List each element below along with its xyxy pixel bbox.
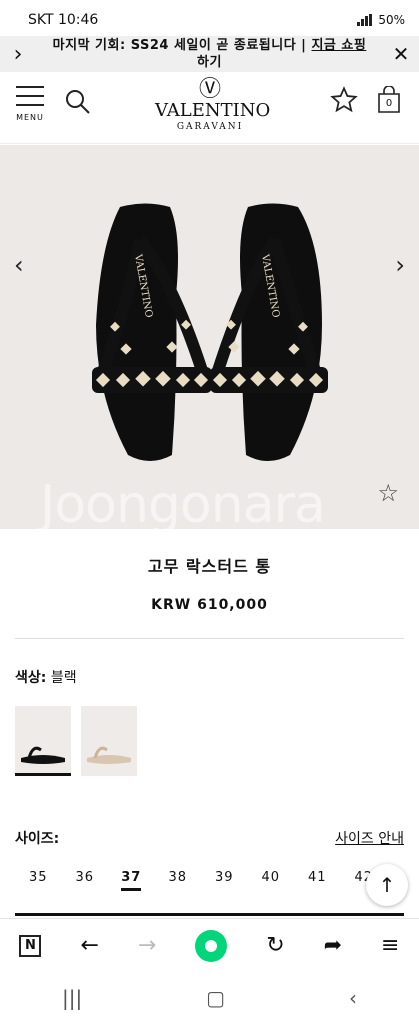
promo-text: 마지막 기회: SS24 세일이 곧 종료됩니다 | 지금 쇼핑 하기 xyxy=(36,37,383,71)
promo-message: 마지막 기회: SS24 세일이 곧 종료됩니다 | xyxy=(52,38,312,53)
product-image-carousel[interactable]: VALENTINO VALENTINO ‹ › Joongonara ☆ xyxy=(0,145,419,529)
size-option[interactable]: 36 xyxy=(62,870,109,885)
carrier-time: SKT 10:46 xyxy=(28,12,99,28)
size-value: 35 xyxy=(28,870,48,885)
home-icon[interactable]: ▢ xyxy=(206,986,225,1010)
color-swatch-black[interactable] xyxy=(15,706,71,776)
system-navigation: ||| ▢ ‹ xyxy=(0,972,419,1024)
size-value: 39 xyxy=(214,870,234,885)
close-icon[interactable]: ✕ xyxy=(383,42,419,66)
menu-button[interactable]: MENU xyxy=(16,86,44,122)
product-image: VALENTINO VALENTINO xyxy=(92,203,328,461)
brand-logo[interactable]: Ⓥ VALENTINO GARAVANI xyxy=(155,77,271,133)
hamburger-line xyxy=(16,86,44,88)
status-left: SKT 10:46 xyxy=(28,12,98,28)
menu-lines-icon[interactable]: ≡ xyxy=(381,933,399,958)
chevron-right-icon[interactable]: › xyxy=(0,42,36,67)
promo-message-2[interactable]: 하기 xyxy=(197,55,222,70)
product-price: KRW 610,000 xyxy=(151,597,268,613)
arrow-up-icon: ↑ xyxy=(378,873,396,897)
favorite-star-icon[interactable]: ☆ xyxy=(377,479,399,507)
brand-name: VALENTINO xyxy=(155,100,271,121)
battery-level: 50% xyxy=(378,13,405,27)
promo-shop-link[interactable]: 지금 쇼핑 xyxy=(311,38,366,53)
chevron-left-icon[interactable]: ‹ xyxy=(14,251,24,279)
size-option[interactable]: 40 xyxy=(248,870,295,885)
divider xyxy=(15,638,404,639)
size-value: 37 xyxy=(121,870,142,891)
naver-home-icon[interactable]: N xyxy=(19,934,42,957)
green-dot-icon[interactable] xyxy=(195,929,228,962)
menu-label: MENU xyxy=(16,113,44,122)
back-arrow-icon[interactable]: ← xyxy=(80,933,98,958)
site-header: MENU Ⓥ VALENTINO GARAVANI 0 xyxy=(0,72,419,144)
size-label: 사이즈: xyxy=(15,831,60,847)
color-value: 블랙 xyxy=(50,670,77,686)
black-sandal-thumbnail xyxy=(21,746,65,764)
back-icon[interactable]: ‹ xyxy=(349,986,357,1010)
size-value: 36 xyxy=(75,870,95,885)
share-icon[interactable]: ➦ xyxy=(324,933,342,958)
size-option[interactable]: 38 xyxy=(155,870,202,885)
size-option[interactable]: 41 xyxy=(294,870,341,885)
color-label: 색상: xyxy=(15,670,47,686)
brand-sub: GARAVANI xyxy=(176,122,244,132)
hamburger-line xyxy=(16,95,44,97)
bag-count: 0 xyxy=(385,98,393,109)
forward-arrow-icon[interactable]: → xyxy=(138,933,156,958)
color-swatch-beige[interactable] xyxy=(81,706,137,776)
size-option[interactable]: 35 xyxy=(15,870,62,885)
promo-banner[interactable]: › 마지막 기회: SS24 세일이 곧 종료됩니다 | 지금 쇼핑 하기 ✕ xyxy=(0,36,419,72)
product-title: 고무 락스터드 통 xyxy=(147,557,272,576)
size-bar xyxy=(15,913,404,916)
green-dot-inner xyxy=(205,939,218,952)
watermark: Joongonara xyxy=(40,475,326,529)
size-value: 41 xyxy=(307,870,327,885)
wishlist-star-icon[interactable] xyxy=(330,86,358,114)
color-selector-label: 색상: 블랙 xyxy=(15,667,77,687)
size-guide-link[interactable]: 사이즈 안내 xyxy=(335,828,404,848)
browser-toolbar: N ← → ↻ ➦ ≡ xyxy=(0,918,419,972)
size-value: 40 xyxy=(261,870,281,885)
shopping-bag-button[interactable]: 0 xyxy=(376,85,402,114)
size-option[interactable]: 39 xyxy=(201,870,248,885)
size-options: 35 36 37 38 39 40 41 42 xyxy=(15,870,387,891)
chevron-right-icon[interactable]: › xyxy=(395,251,405,279)
refresh-icon[interactable]: ↻ xyxy=(266,933,284,958)
recent-apps-icon[interactable]: ||| xyxy=(62,986,82,1010)
status-right: 50% xyxy=(357,13,405,27)
hamburger-line xyxy=(16,104,44,106)
beige-sandal-thumbnail xyxy=(87,746,131,764)
size-value: 38 xyxy=(168,870,188,885)
status-bar: SKT 10:46 50% xyxy=(0,0,419,40)
search-icon[interactable] xyxy=(64,88,92,116)
logo-v-icon: Ⓥ xyxy=(198,77,221,102)
scroll-top-button[interactable]: ↑ xyxy=(366,864,408,906)
signal-icon xyxy=(357,14,373,26)
size-option-selected[interactable]: 37 xyxy=(108,870,155,891)
